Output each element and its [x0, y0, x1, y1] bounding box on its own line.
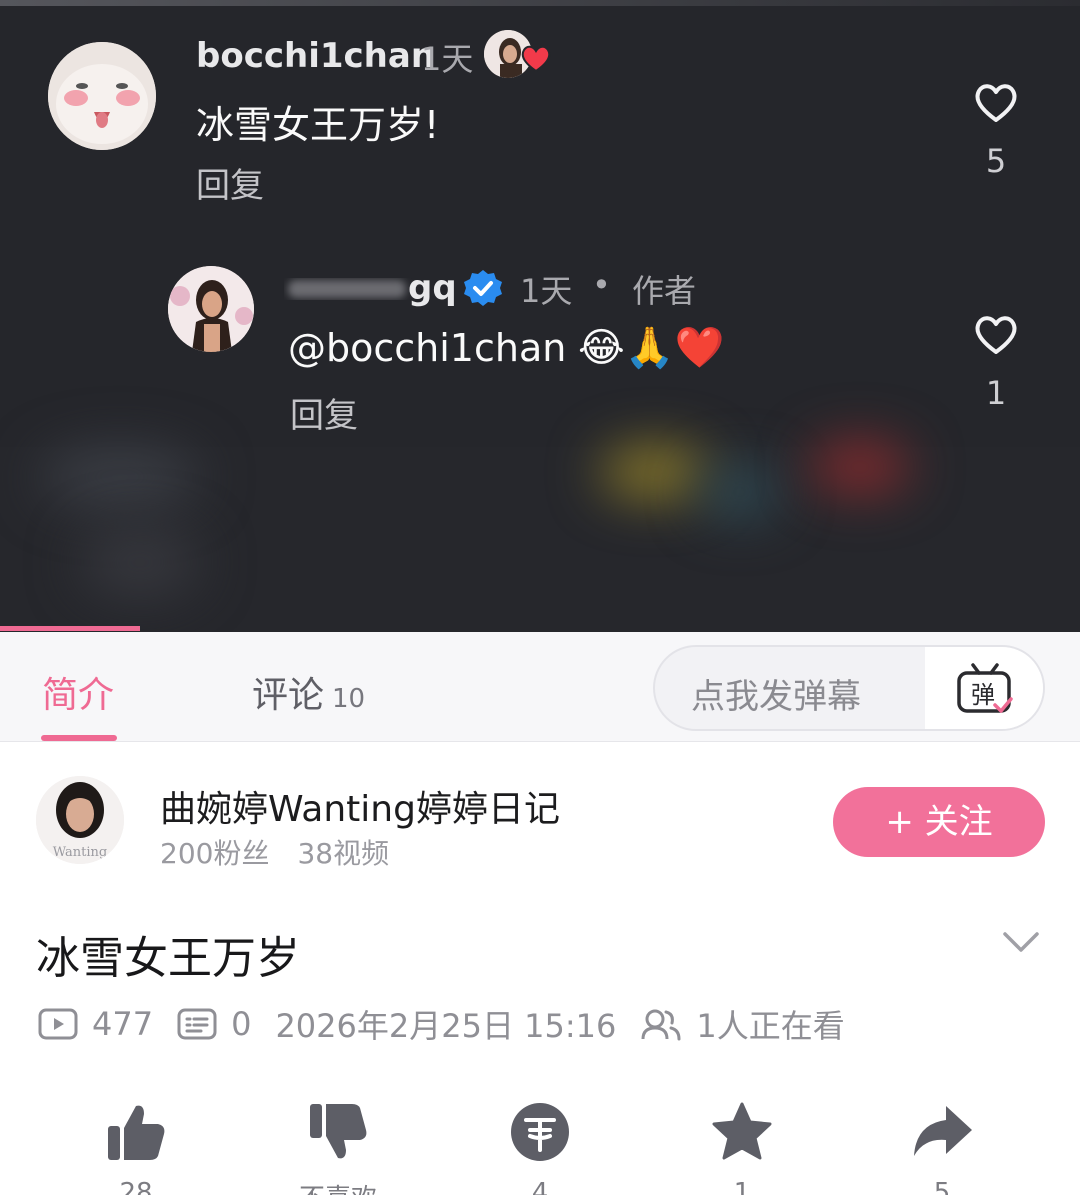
- danmaku-count-icon: [177, 1008, 217, 1040]
- play-count-icon: [38, 1008, 78, 1040]
- detail-tab-bar: 简介 评论 10 点我发弹幕 弹: [0, 632, 1080, 742]
- separator-dot: •: [592, 266, 611, 304]
- blurred-video-region: [0, 442, 1080, 632]
- danmaku-count: 0: [231, 1005, 252, 1043]
- danmaku-input[interactable]: 点我发弹幕 弹: [653, 645, 1045, 731]
- favorite-count: 1: [733, 1178, 751, 1195]
- video-player[interactable]: bocchi1chan 1天 冰雪女王万岁! 回复 5 gq 1天 • 作者 @…: [0, 0, 1080, 632]
- heart-outline-icon[interactable]: [972, 312, 1020, 356]
- svg-text:Wanting: Wanting: [53, 845, 107, 860]
- danmaku-placeholder: 点我发弹幕: [691, 677, 861, 717]
- share-count: 5: [933, 1178, 951, 1195]
- reply-emojis: 😂🙏❤️: [578, 325, 725, 371]
- uploader-avatar[interactable]: Wanting: [36, 776, 124, 864]
- author-avatar[interactable]: [168, 266, 254, 352]
- active-tab-indicator: [41, 735, 117, 741]
- author-username[interactable]: gq: [408, 268, 457, 308]
- comment-username[interactable]: bocchi1chan: [196, 36, 435, 76]
- thumbs-up-icon: [108, 1105, 165, 1160]
- comment-time: 1天: [421, 40, 474, 78]
- fans-count: 200粉丝: [160, 837, 270, 870]
- share-arrow-icon: [914, 1106, 972, 1156]
- like-button[interactable]: [66, 1100, 206, 1164]
- comment-like-count: 1: [985, 374, 1007, 412]
- star-icon: [712, 1102, 772, 1160]
- reply-button[interactable]: 回复: [290, 388, 358, 437]
- follow-button[interactable]: + 关注: [833, 787, 1045, 857]
- danmaku-tv-icon: 弹: [957, 663, 1013, 713]
- uploader-stats: 200粉丝 38视频: [160, 832, 389, 872]
- uploader-name[interactable]: 曲婉婷Wanting婷婷日记: [160, 780, 560, 832]
- commenter-avatar[interactable]: [48, 42, 156, 150]
- like-count: 28: [119, 1178, 153, 1195]
- reply-button[interactable]: 回复: [196, 158, 264, 207]
- share-button[interactable]: [872, 1100, 1012, 1164]
- video-count: 38视频: [297, 837, 390, 870]
- coin-icon: [511, 1103, 569, 1161]
- video-meta-row: 477 0 2026年2月25日 15:16 1人正在看: [38, 1002, 845, 1046]
- tab-intro[interactable]: 简介: [42, 666, 114, 718]
- thumbs-down-icon: [310, 1104, 367, 1159]
- dislike-label: 不喜欢: [268, 1178, 408, 1195]
- tab-comments-label: 评论: [252, 675, 325, 716]
- author-liked-heart-icon: [521, 45, 551, 72]
- author-tag: 作者: [632, 272, 697, 310]
- username-redaction-icon: [288, 280, 406, 298]
- video-top-edge: [0, 0, 1080, 6]
- author-comment-time: 1天: [520, 272, 573, 310]
- dislike-button[interactable]: [268, 1100, 408, 1164]
- video-progress-bar[interactable]: [0, 626, 140, 631]
- live-viewers: 1人正在看: [696, 1007, 845, 1045]
- favorite-button[interactable]: [672, 1100, 812, 1164]
- comment-like-count: 5: [985, 142, 1007, 180]
- video-title: 冰雪女王万岁: [36, 933, 300, 984]
- cat-avatar-icon: [48, 42, 156, 150]
- comment-count-badge: 10: [332, 684, 366, 714]
- verified-badge-icon: [464, 270, 502, 306]
- coin-count: 4: [531, 1178, 549, 1195]
- author-portrait-icon: [168, 266, 254, 352]
- viewers-icon: [641, 1009, 681, 1041]
- view-count: 477: [92, 1005, 154, 1043]
- publish-date: 2026年2月25日 15:16: [275, 1007, 617, 1045]
- chevron-down-icon[interactable]: [1002, 930, 1040, 954]
- heart-outline-icon[interactable]: [972, 80, 1020, 124]
- uploader-portrait-icon: Wanting: [36, 776, 124, 864]
- danmaku-toggle-button[interactable]: 弹: [925, 647, 1043, 729]
- coin-button[interactable]: [470, 1100, 610, 1164]
- tab-comments[interactable]: 评论 10: [252, 666, 365, 718]
- comment-text: 冰雪女王万岁!: [196, 103, 440, 147]
- reply-mention[interactable]: @bocchi1chan: [288, 326, 566, 370]
- danmaku-icon-char: 弹: [971, 681, 995, 709]
